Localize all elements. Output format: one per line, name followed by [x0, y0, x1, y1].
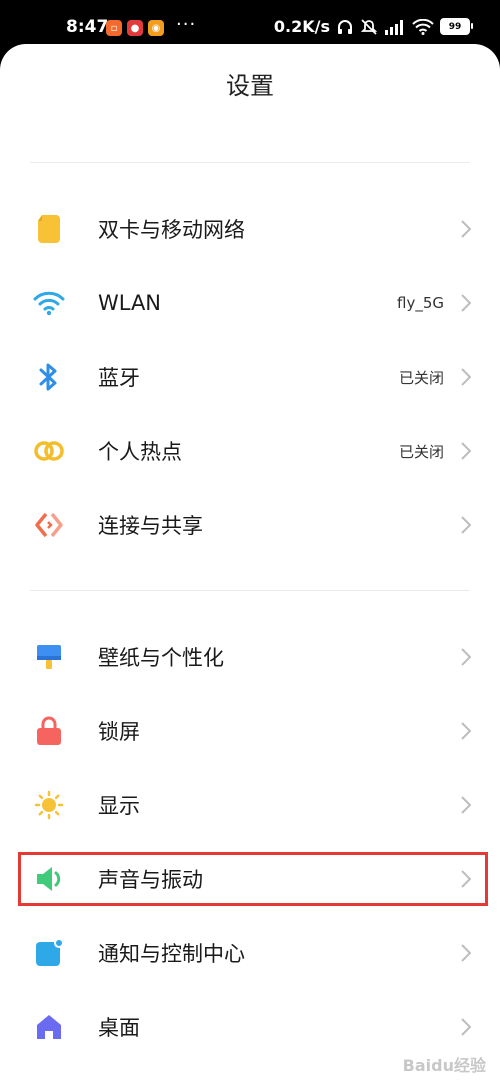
chevron-right-icon [458, 515, 474, 535]
mute-icon [360, 18, 378, 36]
wifi-status-icon [412, 18, 434, 35]
settings-item-label: WLAN [98, 291, 162, 315]
battery-icon: 99 [440, 18, 473, 35]
sim-card-icon [32, 212, 66, 246]
settings-item-wallpaper[interactable]: 壁纸与个性化 [0, 622, 500, 692]
settings-item-connection-share[interactable]: 连接与共享 [0, 490, 500, 560]
settings-item-label: 通知与控制中心 [98, 942, 245, 966]
chevron-right-icon [458, 441, 474, 461]
settings-item-notification-control[interactable]: 通知与控制中心 [0, 918, 500, 988]
headphones-icon [336, 18, 354, 36]
settings-panel: 设置 双卡与移动网络 WLAN fly_5G 蓝牙 已关闭 个人热点 已关闭 连… [0, 44, 500, 1084]
chevron-right-icon [458, 795, 474, 815]
settings-item-value: 已关闭 [398, 368, 444, 387]
settings-item-display[interactable]: 显示 [0, 770, 500, 840]
signal-icon [384, 19, 406, 35]
settings-item-value: 已关闭 [398, 442, 444, 461]
mi-app-icon: ▫ [106, 20, 122, 36]
watermark: Baidu经验 [402, 1056, 486, 1075]
settings-item-label: 锁屏 [98, 720, 140, 744]
notification-icon [32, 936, 66, 970]
lock-icon [32, 714, 66, 748]
chevron-right-icon [458, 1017, 474, 1037]
highlight-annotation-box [18, 852, 488, 906]
settings-item-hotspot[interactable]: 个人热点 已关闭 [0, 416, 500, 486]
chevron-right-icon [458, 293, 474, 313]
settings-item-label: 桌面 [98, 1016, 140, 1040]
chevron-right-icon [458, 367, 474, 387]
chevron-right-icon [458, 219, 474, 239]
divider [30, 590, 470, 591]
hotspot-icon [32, 434, 66, 468]
settings-item-wlan[interactable]: WLAN fly_5G [0, 268, 500, 338]
wifi-icon [32, 286, 66, 320]
settings-item-value: fly_5G [397, 294, 444, 312]
settings-item-label: 个人热点 [98, 440, 182, 464]
settings-item-bluetooth[interactable]: 蓝牙 已关闭 [0, 342, 500, 412]
divider [30, 162, 470, 163]
page-title: 设置 [226, 72, 274, 100]
notification-icons: ▫ ● ◉ [106, 20, 164, 36]
settings-item-label: 蓝牙 [98, 366, 140, 390]
chevron-right-icon [458, 721, 474, 741]
settings-item-label: 壁纸与个性化 [98, 646, 224, 670]
wallpaper-icon [32, 640, 66, 674]
chevron-right-icon [458, 647, 474, 667]
more-notifications-icon: ··· [176, 14, 197, 35]
status-time: 8:47 [66, 17, 109, 37]
settings-item-label: 显示 [98, 794, 140, 818]
chevron-right-icon [458, 943, 474, 963]
home-icon [32, 1010, 66, 1044]
brightness-icon [32, 788, 66, 822]
bluetooth-icon [32, 360, 66, 394]
map-app-icon: ● [127, 20, 143, 36]
settings-item-label: 连接与共享 [98, 514, 203, 538]
weibo-app-icon: ◉ [148, 20, 164, 36]
settings-item-label: 双卡与移动网络 [98, 218, 245, 242]
settings-item-dual-sim[interactable]: 双卡与移动网络 [0, 194, 500, 264]
net-speed: 0.2K/s [273, 17, 330, 36]
connection-share-icon [32, 508, 66, 542]
status-right: 0.2K/s 99 [273, 17, 473, 36]
settings-item-lock-screen[interactable]: 锁屏 [0, 696, 500, 766]
